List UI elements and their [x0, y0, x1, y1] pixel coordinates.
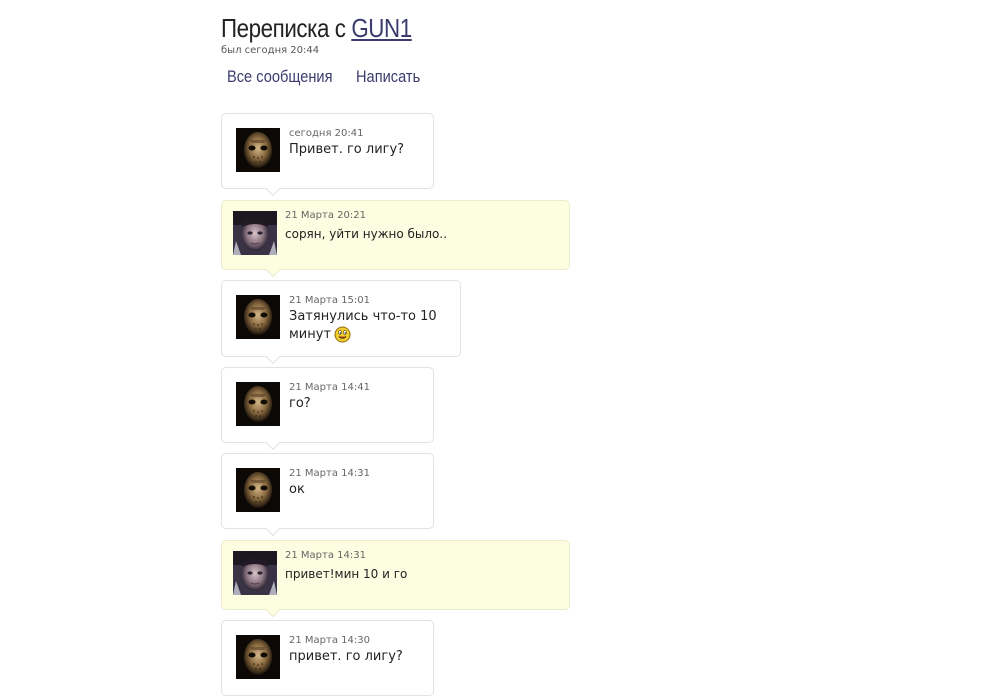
message-text: сорян, уйти нужно было..	[285, 225, 447, 243]
bubble-tail	[265, 262, 281, 278]
bubble-tail	[265, 602, 281, 618]
message-text-line: привет!мин 10 и го	[285, 567, 408, 581]
message-text-line: Привет. го лигу?	[289, 142, 405, 157]
face-avatar[interactable]	[233, 211, 277, 255]
message-time: 21 Марта 15:01	[289, 295, 370, 306]
title-prefix: Переписка с	[221, 13, 352, 43]
page-title: Переписка с GUN1	[221, 12, 412, 44]
message-text-line: ок	[289, 482, 305, 497]
message-time: 21 Марта 20:21	[285, 210, 366, 221]
bubble-tail	[265, 435, 281, 451]
message-item: сегодня 20:41 Привет. го лигу?	[221, 113, 434, 197]
message-item: 21 Марта 14:41 го?	[221, 367, 434, 451]
hockey-mask-avatar[interactable]	[236, 295, 280, 339]
smiley-icon	[334, 326, 351, 343]
message-time: 21 Марта 14:41	[289, 382, 370, 393]
message-text-line: Затянулись что-то 10	[289, 309, 437, 324]
message-time: 21 Марта 14:31	[289, 468, 370, 479]
message-time: сегодня 20:41	[289, 128, 364, 139]
last-seen-status: был сегодня 20:44	[221, 45, 320, 56]
bubble-tail	[265, 349, 281, 365]
message-item: 21 Марта 15:01 Затянулись что-то 10 мину…	[221, 280, 461, 365]
message-text: привет!мин 10 и го	[285, 565, 407, 583]
message-text: ок	[289, 481, 305, 499]
message-time: 21 Марта 14:30	[289, 635, 370, 646]
bubble-tail	[265, 521, 281, 537]
all-messages-link[interactable]: Все сообщения	[227, 66, 333, 88]
message-text-line: минут	[289, 327, 332, 342]
message-text: Привет. го лигу?	[289, 141, 404, 159]
message-text-line: го?	[289, 396, 311, 411]
bubble-tail	[265, 181, 281, 197]
hockey-mask-avatar[interactable]	[236, 635, 280, 679]
face-avatar[interactable]	[233, 551, 277, 595]
message-item-own: 21 Марта 14:31 привет!мин 10 и го	[221, 540, 570, 618]
message-text: го?	[289, 395, 311, 413]
conversation-nav: Все сообщения Написать	[227, 66, 430, 88]
conversation-header: Переписка с GUN1 был сегодня 20:44	[221, 12, 443, 58]
message-item-own: 21 Марта 20:21 сорян, уйти нужно было..	[221, 200, 570, 278]
message-text-line: привет. го лигу?	[289, 649, 403, 664]
message-text-line: сорян, уйти нужно было..	[285, 227, 448, 241]
message-text: привет. го лигу?	[289, 648, 403, 666]
peer-name-link[interactable]: GUN1	[351, 13, 412, 43]
message-item: 21 Марта 14:30 привет. го лигу?	[221, 620, 434, 696]
hockey-mask-avatar[interactable]	[236, 128, 280, 172]
message-time: 21 Марта 14:31	[285, 550, 366, 561]
hockey-mask-avatar[interactable]	[236, 382, 280, 426]
message-text: Затянулись что-то 10 минут	[289, 308, 437, 344]
message-item: 21 Марта 14:31 ок	[221, 453, 434, 537]
write-message-link[interactable]: Написать	[356, 66, 420, 88]
hockey-mask-avatar[interactable]	[236, 468, 280, 512]
